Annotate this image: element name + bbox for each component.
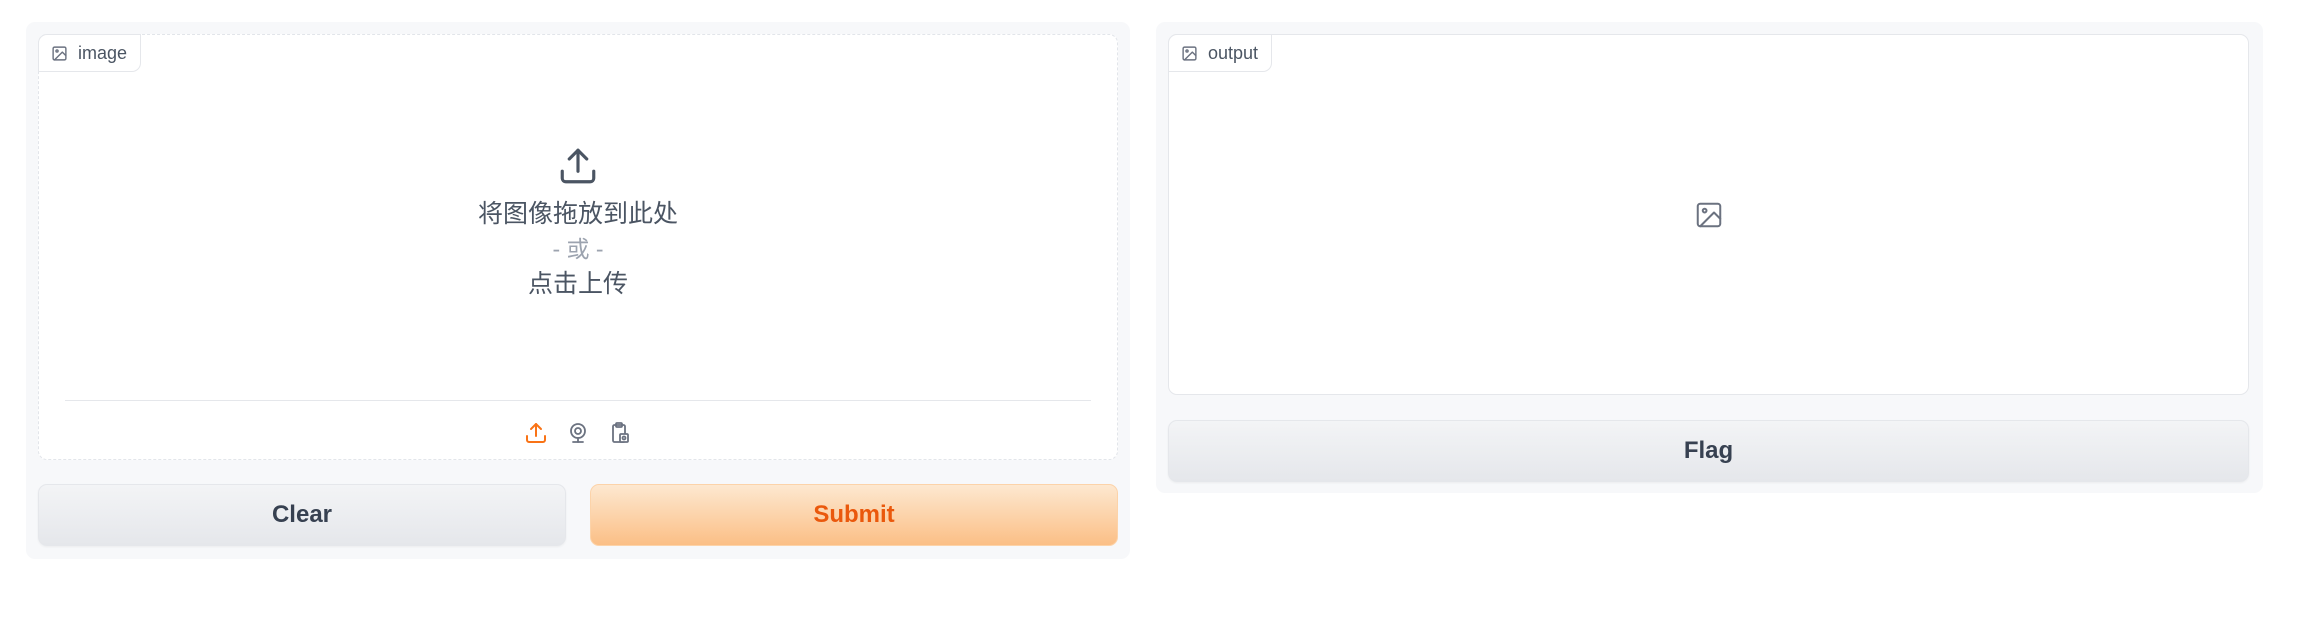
or-text: - 或 - bbox=[552, 236, 604, 262]
output-label-tab: output bbox=[1168, 34, 1273, 72]
source-selector bbox=[39, 415, 1117, 451]
image-icon bbox=[1181, 45, 1198, 62]
clear-button[interactable]: Clear bbox=[38, 484, 566, 546]
submit-button[interactable]: Submit bbox=[590, 484, 1118, 546]
input-panel: image 将图像拖放到此处 - 或 - 点击上传 Clear Submit bbox=[26, 22, 1130, 559]
image-label-tab: image bbox=[38, 34, 142, 72]
upload-arrow-icon bbox=[557, 145, 599, 187]
image-icon bbox=[51, 45, 68, 62]
drop-text: 将图像拖放到此处 bbox=[477, 200, 678, 228]
output-panel: output Flag bbox=[1156, 22, 2263, 493]
image-label: image bbox=[78, 42, 128, 63]
output-label: output bbox=[1208, 42, 1259, 63]
image-placeholder-icon bbox=[1694, 200, 1724, 230]
click-upload-text: 点击上传 bbox=[527, 270, 628, 298]
upload-source-icon[interactable] bbox=[523, 420, 549, 446]
upload-dropzone[interactable]: 将图像拖放到此处 - 或 - 点击上传 bbox=[39, 95, 1117, 385]
output-image-block: output bbox=[1168, 34, 2249, 395]
clipboard-source-icon[interactable] bbox=[607, 420, 633, 446]
image-input-block: image 将图像拖放到此处 - 或 - 点击上传 bbox=[38, 34, 1118, 460]
flag-button[interactable]: Flag bbox=[1168, 420, 2249, 482]
webcam-source-icon[interactable] bbox=[565, 420, 591, 446]
source-divider bbox=[65, 400, 1091, 401]
